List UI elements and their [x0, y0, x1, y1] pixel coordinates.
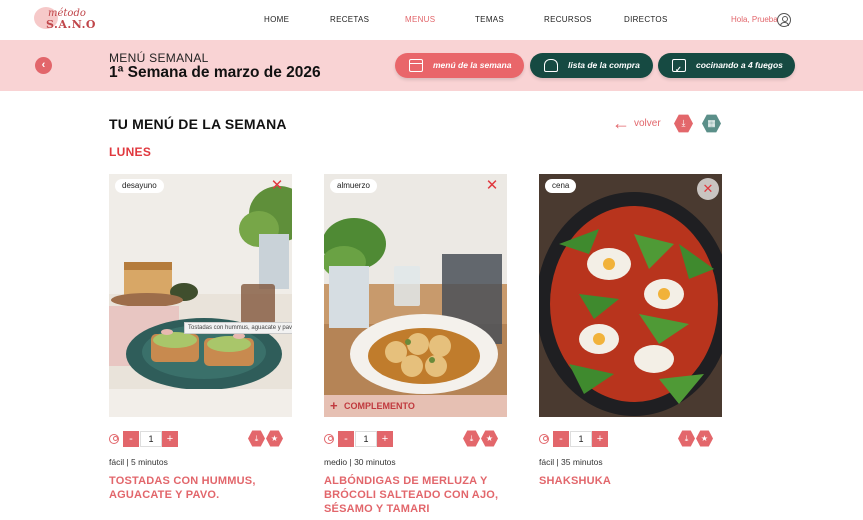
meal-tag: cena — [545, 179, 577, 193]
quantity-value[interactable]: 1 — [140, 431, 162, 447]
recipe-meta: fácil | 35 minutos — [539, 457, 603, 467]
quantity-value[interactable]: 1 — [355, 431, 377, 447]
increase-button[interactable]: + — [592, 431, 608, 447]
user-greeting[interactable]: Hola, Prueba — [731, 15, 778, 24]
star-icon[interactable]: ★ — [696, 430, 713, 447]
day-title: LUNES — [109, 145, 152, 159]
arrow-left-icon: ← — [612, 113, 630, 133]
increase-button[interactable]: + — [162, 431, 178, 447]
menu-semana-label: menú de la semana — [433, 60, 512, 70]
recipe-meta: fácil | 5 minutos — [109, 457, 168, 467]
cocinando-button[interactable]: cocinando a 4 fuegos — [658, 53, 795, 82]
download-icon[interactable]: ⤓ — [674, 114, 693, 133]
close-icon[interactable]: ✕ — [483, 177, 501, 195]
servings-controls: - 1 + ⤓ ★ — [324, 430, 507, 448]
section-title: TU MENÚ DE LA SEMANA — [109, 116, 287, 132]
star-icon[interactable]: ★ — [481, 430, 498, 447]
quantity-value[interactable]: 1 — [570, 431, 592, 447]
lista-compra-button[interactable]: lista de la compra — [530, 53, 653, 78]
recipe-photo-tostadas[interactable]: desayuno ✕ Tostadas con hummus, aguacate… — [109, 174, 292, 417]
servings-controls: - 1 + ⤓ ★ — [109, 430, 292, 448]
servings-controls: - 1 + ⤓ ★ — [539, 430, 722, 448]
nav-directos[interactable]: DIRECTOS — [624, 15, 668, 24]
person-icon — [109, 434, 119, 444]
print-icon[interactable]: ▦ — [702, 114, 721, 133]
nav-home[interactable]: HOME — [264, 15, 289, 24]
volver-label: volver — [634, 118, 661, 129]
lista-compra-label: lista de la compra — [568, 60, 640, 70]
user-icon[interactable] — [777, 13, 791, 27]
person-icon — [539, 434, 549, 444]
download-icon[interactable]: ⤓ — [248, 430, 265, 447]
menu-semana-button[interactable]: menú de la semana — [395, 53, 524, 78]
close-icon[interactable]: ✕ — [268, 177, 286, 195]
cocinando-label: cocinando a 4 fuegos — [696, 60, 783, 70]
nav-recursos[interactable]: RECURSOS — [544, 15, 592, 24]
decrease-button[interactable]: - — [123, 431, 139, 447]
complemento-label: COMPLEMENTO — [344, 401, 415, 411]
increase-button[interactable]: + — [377, 431, 393, 447]
recipe-name[interactable]: SHAKSHUKA — [539, 474, 722, 488]
nav-temas[interactable]: TEMAS — [475, 15, 504, 24]
close-icon[interactable]: ✕ — [697, 178, 719, 200]
logo-line-2: S.A.N.O — [46, 18, 97, 31]
banner-title: 1ª Semana de marzo de 2026 — [109, 64, 321, 81]
star-icon[interactable]: ★ — [266, 430, 283, 447]
recipe-photo-albondigas[interactable]: almuerzo ✕ + COMPLEMENTO — [324, 174, 507, 417]
calendar-icon — [409, 59, 423, 72]
weekly-menu-banner: ‹ MENÚ SEMANAL 1ª Semana de marzo de 202… — [0, 40, 863, 91]
clipboard-icon — [672, 57, 686, 82]
chevron-left-icon[interactable]: ‹ — [35, 57, 52, 74]
complemento-button[interactable]: + COMPLEMENTO — [324, 395, 507, 417]
recipe-meta: medio | 30 minutos — [324, 457, 396, 467]
meal-tag: desayuno — [115, 179, 164, 193]
plus-icon: + — [330, 398, 338, 413]
decrease-button[interactable]: - — [338, 431, 354, 447]
banner-subtitle: MENÚ SEMANAL — [109, 51, 209, 65]
decrease-button[interactable]: - — [553, 431, 569, 447]
nav-menus[interactable]: MENUS — [405, 15, 435, 24]
photo-tooltip: Tostadas con hummus, aguacate y pavo. — [184, 322, 292, 334]
person-icon — [324, 434, 334, 444]
logo[interactable]: método S.A.N.O — [34, 5, 96, 33]
top-navigation: método S.A.N.O HOME RECETAS MENUS TEMAS … — [0, 0, 863, 40]
recipe-name[interactable]: ALBÓNDIGAS DE MERLUZA Y BRÓCOLI SALTEADO… — [324, 474, 507, 516]
meal-tag: almuerzo — [330, 179, 377, 193]
recipe-name[interactable]: TOSTADAS CON HUMMUS, AGUACATE Y PAVO. — [109, 474, 292, 502]
nav-recetas[interactable]: RECETAS — [330, 15, 369, 24]
recipe-photo-shakshuka[interactable]: cena ✕ — [539, 174, 722, 417]
download-icon[interactable]: ⤓ — [463, 430, 480, 447]
download-icon[interactable]: ⤓ — [678, 430, 695, 447]
chef-hat-icon — [544, 59, 558, 72]
